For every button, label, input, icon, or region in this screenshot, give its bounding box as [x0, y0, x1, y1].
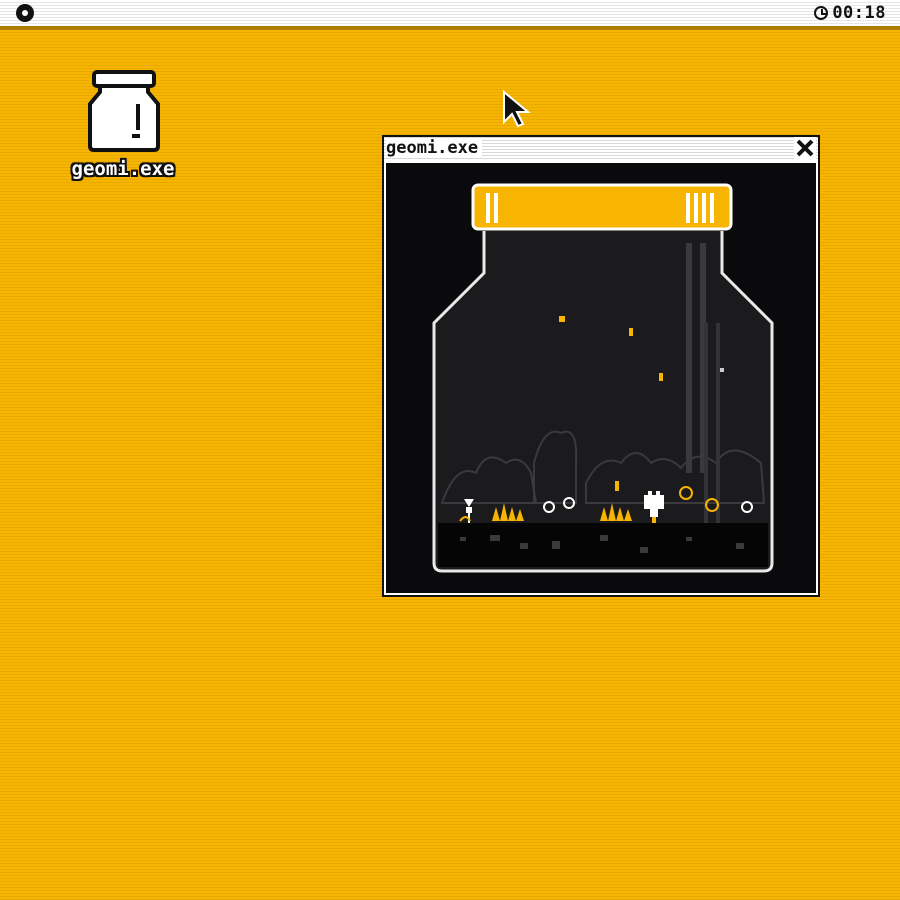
desktop-icon-geomi[interactable]: geomi.exe [62, 70, 184, 188]
clock: 00:18 [814, 3, 886, 23]
jar-icon [88, 70, 160, 152]
app-window: geomi.exe [382, 135, 820, 597]
desktop-icon-label: geomi.exe [71, 158, 175, 180]
mouse-cursor-icon [503, 90, 531, 128]
close-button[interactable] [794, 137, 816, 159]
jar-lid [471, 183, 733, 231]
clock-time: 00:18 [832, 3, 886, 23]
particle [629, 328, 633, 336]
terrarium-scene[interactable] [386, 163, 816, 593]
clock-icon [814, 6, 829, 20]
window-title: geomi.exe [386, 138, 483, 158]
window-titlebar[interactable]: geomi.exe [384, 137, 818, 161]
close-icon [796, 139, 814, 157]
particle [720, 368, 724, 372]
particle [615, 481, 619, 491]
game-viewport[interactable] [386, 163, 816, 593]
menu-bar: 00:18 [0, 0, 900, 30]
ground [438, 523, 768, 567]
particle [559, 316, 565, 322]
particle [659, 373, 663, 381]
system-menu-icon[interactable] [16, 4, 34, 22]
